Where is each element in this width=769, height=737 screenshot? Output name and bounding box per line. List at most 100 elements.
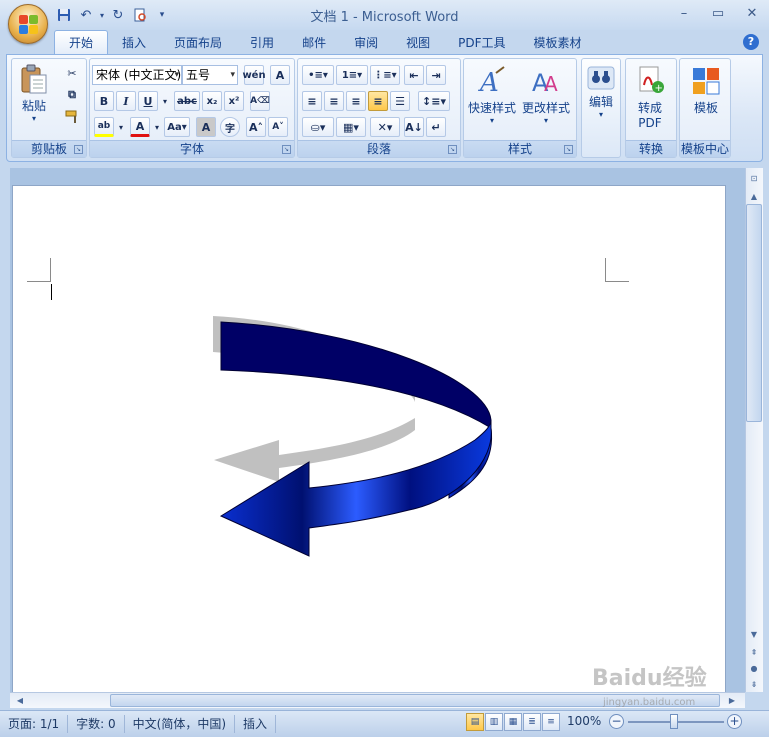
distributed-icon[interactable]: ☰ — [390, 91, 410, 111]
browse-object-icon[interactable]: ● — [746, 662, 762, 676]
change-styles-button[interactable]: AA 更改样式 ▾ — [522, 65, 570, 125]
font-color-dropdown-icon[interactable]: ▾ — [152, 117, 162, 137]
multilevel-list-icon[interactable]: ⋮≡▾ — [370, 65, 400, 85]
help-icon[interactable]: ? — [743, 34, 759, 50]
print-layout-view-icon[interactable]: ▤ — [466, 713, 484, 731]
bold-icon[interactable]: B — [94, 91, 114, 111]
font-launcher-icon[interactable]: ↘ — [282, 145, 291, 154]
full-screen-reading-view-icon[interactable]: ▥ — [485, 713, 503, 731]
font-size-select[interactable]: 五号 ▾ — [182, 65, 238, 85]
sort-icon[interactable]: A↓ — [404, 117, 424, 137]
styles-launcher-icon[interactable]: ↘ — [564, 145, 573, 154]
tab-template-materials[interactable]: 模板素材 — [520, 30, 596, 54]
change-styles-dropdown-icon[interactable]: ▾ — [544, 116, 548, 125]
format-painter-icon[interactable] — [62, 107, 82, 127]
office-logo-icon — [19, 15, 39, 35]
maximize-button[interactable]: ▭ — [701, 0, 735, 26]
zoom-in-icon[interactable]: + — [727, 714, 742, 729]
font-family-select[interactable]: 宋体 (中文正文) ▾ — [92, 65, 182, 85]
tab-insert[interactable]: 插入 — [108, 30, 160, 54]
italic-icon[interactable]: I — [116, 91, 136, 111]
paragraph-launcher-icon[interactable]: ↘ — [448, 145, 457, 154]
cut-icon[interactable]: ✂ — [62, 63, 82, 83]
font-color-icon[interactable]: A — [130, 117, 150, 137]
next-page-icon[interactable]: ⇟ — [746, 678, 762, 692]
draft-view-icon[interactable]: ≡ — [542, 713, 560, 731]
template-button[interactable]: 模板 — [690, 65, 722, 116]
justify-icon[interactable]: ≡ — [368, 91, 388, 111]
borders-icon[interactable]: ▦▾ — [336, 117, 366, 137]
curved-arrow-shape[interactable] — [209, 310, 499, 570]
increase-indent-icon[interactable]: ⇥ — [426, 65, 446, 85]
clear-formatting-icon[interactable]: A⌫ — [250, 91, 270, 111]
align-right-icon[interactable]: ≡ — [346, 91, 366, 111]
tab-review[interactable]: 审阅 — [340, 30, 392, 54]
language-indicator[interactable]: 中文(简体，中国) — [125, 715, 236, 733]
superscript-icon[interactable]: x² — [224, 91, 244, 111]
show-marks-icon[interactable]: ↵ — [426, 117, 446, 137]
tab-home[interactable]: 开始 — [54, 30, 109, 54]
underline-icon[interactable]: U — [138, 91, 158, 111]
tab-pdf-tools[interactable]: PDF工具 — [444, 30, 519, 54]
quick-styles-dropdown-icon[interactable]: ▾ — [490, 116, 494, 125]
phonetic-guide-icon[interactable]: wén — [242, 65, 266, 85]
paste-dropdown-icon[interactable]: ▾ — [32, 114, 36, 123]
font-group: 宋体 (中文正文) ▾ 五号 ▾ wén A B I U ▾ abc x₂ x² A… — [89, 58, 295, 158]
line-spacing-icon[interactable]: ↕≡▾ — [418, 91, 450, 111]
page-count[interactable]: 页面: 1/1 — [0, 715, 69, 733]
scroll-up-icon[interactable]: ▲ — [746, 190, 762, 204]
decrease-indent-icon[interactable]: ⇤ — [404, 65, 424, 85]
insert-mode[interactable]: 插入 — [235, 715, 277, 733]
tab-view[interactable]: 视图 — [392, 30, 444, 54]
minimize-button[interactable]: – — [667, 0, 701, 26]
numbering-icon[interactable]: 1≡▾ — [336, 65, 368, 85]
highlight-dropdown-icon[interactable]: ▾ — [116, 117, 126, 137]
subscript-icon[interactable]: x₂ — [202, 91, 222, 111]
font-size-dropdown-icon[interactable]: ▾ — [230, 66, 235, 84]
underline-dropdown-icon[interactable]: ▾ — [160, 91, 170, 111]
change-case-icon[interactable]: Aa▾ — [164, 117, 190, 137]
bullets-icon[interactable]: •≡▾ — [302, 65, 334, 85]
editing-dropdown-icon[interactable]: ▾ — [599, 110, 603, 119]
highlight-icon[interactable]: ab — [94, 117, 114, 137]
close-button[interactable]: ✕ — [735, 0, 769, 26]
quick-styles-button[interactable]: A 快速样式 ▾ — [468, 65, 516, 125]
tab-page-layout[interactable]: 页面布局 — [160, 30, 236, 54]
scroll-left-icon[interactable]: ◀ — [12, 694, 28, 708]
character-shading-icon[interactable]: A — [196, 117, 216, 137]
editing-button[interactable]: 编辑 ▾ — [586, 65, 616, 119]
shrink-font-icon[interactable]: A˅ — [268, 117, 288, 137]
document-page[interactable] — [12, 185, 726, 695]
font-family-dropdown-icon[interactable]: ▾ — [174, 66, 179, 84]
convert-to-pdf-button[interactable]: + 转成 PDF — [634, 65, 666, 130]
chinese-layout-icon[interactable]: ✕▾ — [370, 117, 400, 137]
strikethrough-icon[interactable]: abc — [174, 91, 200, 111]
office-button[interactable] — [8, 4, 48, 44]
outline-view-icon[interactable]: ≣ — [523, 713, 541, 731]
align-left-icon[interactable]: ≡ — [302, 91, 322, 111]
shading-icon[interactable]: ⛀▾ — [302, 117, 334, 137]
previous-page-icon[interactable]: ⇞ — [746, 646, 762, 660]
clipboard-launcher-icon[interactable]: ↘ — [74, 145, 83, 154]
zoom-level[interactable]: 100% — [567, 714, 601, 728]
svg-text:+: + — [655, 83, 663, 94]
align-center-icon[interactable]: ≡ — [324, 91, 344, 111]
ruler-toggle-icon[interactable]: ⊡ — [746, 172, 762, 186]
web-layout-view-icon[interactable]: ▦ — [504, 713, 522, 731]
quick-styles-icon: A — [476, 65, 508, 98]
word-count[interactable]: 字数: 0 — [68, 715, 125, 733]
tab-mailings[interactable]: 邮件 — [288, 30, 340, 54]
ribbon-tabs: 开始 插入 页面布局 引用 邮件 审阅 视图 PDF工具 模板素材 — [54, 30, 596, 54]
scroll-right-icon[interactable]: ▶ — [724, 694, 740, 708]
zoom-slider-handle[interactable] — [670, 714, 678, 729]
character-border-icon[interactable]: A — [270, 65, 290, 85]
enclosed-characters-icon[interactable]: 字 — [220, 117, 240, 137]
zoom-out-icon[interactable]: − — [609, 714, 624, 729]
grow-font-icon[interactable]: A˄ — [246, 117, 266, 137]
copy-icon[interactable]: ⧉ — [62, 85, 82, 105]
paste-button[interactable]: 粘贴 ▾ — [18, 63, 50, 123]
baidu-watermark: Baidu经验 — [592, 666, 707, 691]
vertical-scroll-thumb[interactable] — [746, 204, 762, 422]
scroll-down-icon[interactable]: ▼ — [746, 628, 762, 642]
tab-references[interactable]: 引用 — [236, 30, 288, 54]
